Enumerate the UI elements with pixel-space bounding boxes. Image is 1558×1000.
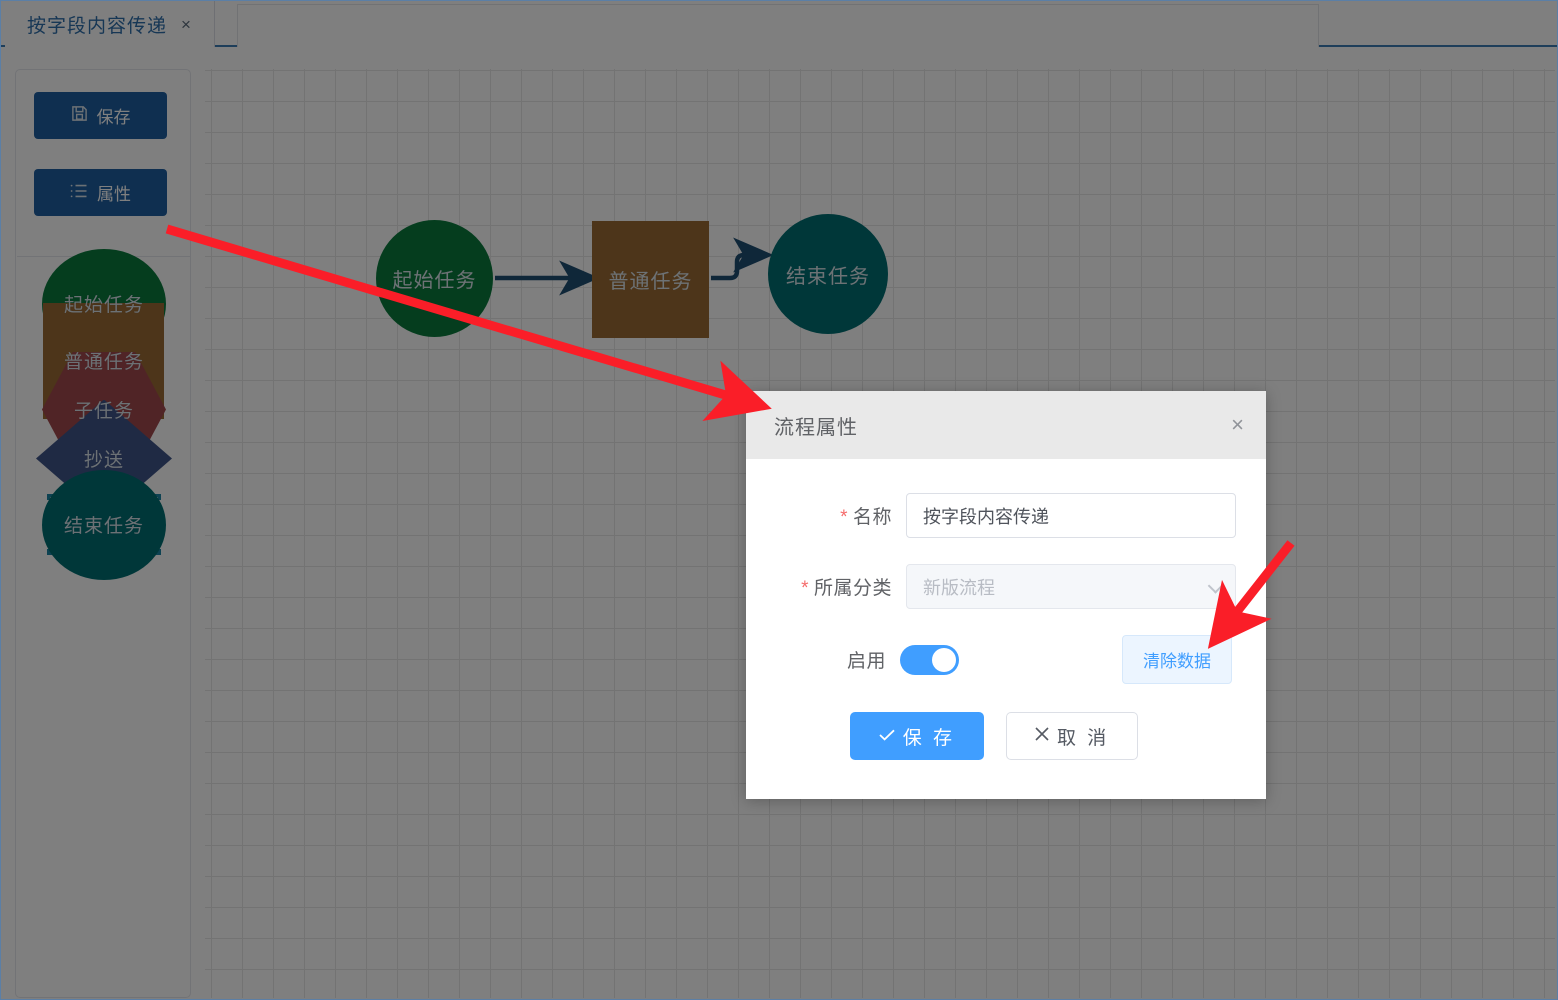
dialog-footer: 保 存 取 消 — [752, 712, 1236, 760]
category-select[interactable]: 新版流程 — [906, 564, 1236, 609]
dialog-body: *名称 *所属分类 新版流程 启用 清除数据 — [746, 459, 1266, 760]
field-row-name: * 名称 — [752, 493, 1236, 538]
category-select-value: 新版流程 — [923, 577, 995, 598]
x-icon — [1035, 725, 1049, 747]
name-input[interactable] — [906, 493, 1236, 538]
dialog-header: 流程属性 × — [746, 391, 1266, 459]
check-icon — [879, 725, 895, 747]
dialog-cancel-button[interactable]: 取 消 — [1006, 712, 1139, 760]
required-star: * — [801, 578, 809, 599]
name-field-label: * 名称 — [840, 507, 892, 528]
required-star: * — [840, 507, 848, 528]
field-row-category: * 所属分类 新版流程 — [752, 564, 1236, 609]
dialog-save-label: 保 存 — [902, 727, 955, 749]
dialog-close-icon[interactable]: × — [1231, 414, 1244, 436]
flow-properties-dialog: 流程属性 × *名称 *所属分类 新版流程 启用 — [746, 391, 1266, 799]
toggle-knob — [932, 647, 956, 672]
clear-data-button[interactable]: 清除数据 — [1122, 635, 1232, 684]
chevron-down-icon — [1207, 577, 1224, 594]
dialog-save-button[interactable]: 保 存 — [849, 712, 984, 760]
dialog-cancel-label: 取 消 — [1057, 727, 1110, 749]
category-field-label: * 所属分类 — [801, 578, 892, 599]
dialog-title: 流程属性 — [774, 416, 858, 439]
enabled-field-label: 启用 — [846, 651, 886, 672]
app-window: 按字段内容传递 × 保存 — [0, 0, 1558, 1000]
field-row-enabled: 启用 清除数据 — [752, 635, 1236, 684]
enabled-toggle[interactable] — [900, 644, 959, 675]
